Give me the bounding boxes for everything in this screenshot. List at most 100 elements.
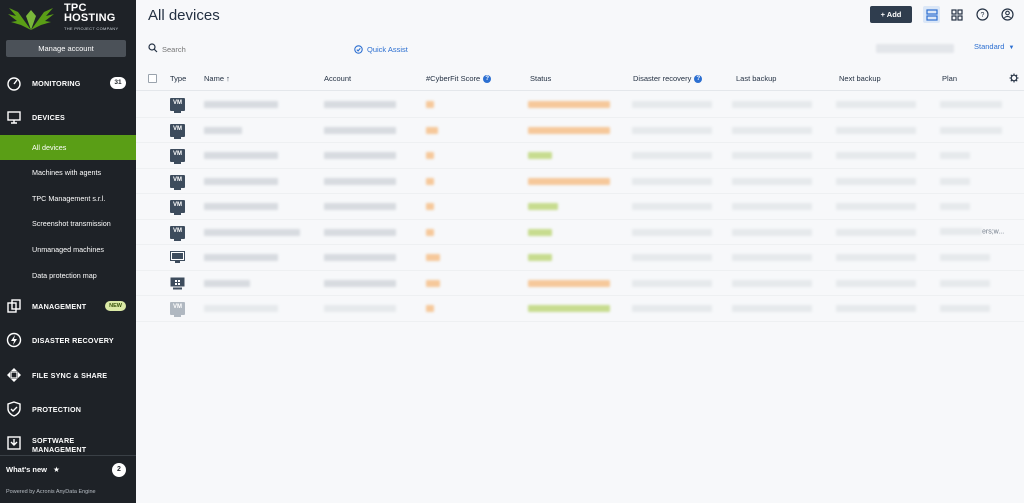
redacted-cell <box>528 203 558 210</box>
table-row[interactable]: VM ers;w... <box>136 220 1024 245</box>
sidebar-item-screenshot-transmission[interactable]: Screenshot transmission <box>0 211 136 236</box>
column-next-backup[interactable]: Next backup <box>839 74 881 83</box>
windows-machine-icon <box>170 277 185 289</box>
wings-logo-icon <box>8 8 54 30</box>
help-icon[interactable]: ? <box>483 74 492 83</box>
redacted-cell <box>836 254 916 261</box>
logo-tagline: THE PROJECT COMPANY <box>64 26 119 31</box>
quick-assist-icon <box>354 44 363 54</box>
select-all-checkbox[interactable] <box>148 74 157 83</box>
main-content: All devices + Add ? Quick Assist Standar… <box>136 0 1024 503</box>
redacted-cell <box>632 177 712 185</box>
redacted-cell <box>204 152 278 159</box>
table-row[interactable] <box>136 245 1024 271</box>
redacted-cell <box>940 254 990 261</box>
redacted-cell <box>940 177 970 185</box>
nav-label: DISASTER RECOVERY <box>32 335 114 345</box>
install-icon <box>7 436 21 450</box>
table-header: Type Name ↑ Account #CyberFit Score? Sta… <box>136 66 1024 91</box>
sidebar-item-machines-with-agents[interactable]: Machines with agents <box>0 160 136 185</box>
redacted-cell <box>836 126 916 134</box>
nav-disaster-recovery[interactable]: DISASTER RECOVERY <box>0 327 136 353</box>
redacted-cell <box>836 203 916 210</box>
redacted-cell <box>528 305 610 312</box>
monitoring-count-badge: 31 <box>110 77 126 89</box>
sidebar-item-all-devices[interactable]: All devices <box>0 135 136 160</box>
vm-icon: VM <box>170 149 185 164</box>
nav-monitoring[interactable]: MONITORING 31 <box>0 70 136 96</box>
vm-icon: VM <box>170 123 185 139</box>
table-row[interactable]: VM <box>136 92 1024 118</box>
redacted-cell <box>632 228 712 236</box>
nav-management[interactable]: MANAGEMENT NEW <box>0 293 136 319</box>
redacted-cell <box>836 101 916 108</box>
column-disaster-recovery[interactable]: Disaster recovery? <box>633 74 703 83</box>
quick-assist-link[interactable]: Quick Assist <box>354 42 408 56</box>
search-input[interactable] <box>162 42 342 56</box>
redacted-cell <box>528 228 552 236</box>
column-type[interactable]: Type <box>170 74 186 83</box>
table-row[interactable]: VM <box>136 194 1024 220</box>
manage-account-button[interactable]: Manage account <box>6 40 126 57</box>
chevron-down-icon: ▼ <box>1008 45 1015 51</box>
table-row[interactable] <box>136 271 1024 296</box>
powered-by: Powered by Acronis AnyData Engine <box>6 489 96 495</box>
sidebar-item-unmanaged-machines[interactable]: Unmanaged machines <box>0 237 136 262</box>
logo[interactable]: TPC HOSTING THE PROJECT COMPANY <box>0 0 136 36</box>
list-view-button[interactable] <box>923 6 940 23</box>
column-account[interactable]: Account <box>324 74 351 83</box>
help-button[interactable]: ? <box>974 6 991 23</box>
redacted-cell <box>940 279 990 287</box>
nav-label: FILE SYNC & SHARE <box>32 370 108 380</box>
grid-view-icon <box>950 8 963 21</box>
grid-view-button[interactable] <box>948 6 965 23</box>
column-status[interactable]: Status <box>530 74 551 83</box>
sidebar-item-data-protection-map[interactable]: Data protection map <box>0 263 136 288</box>
divider <box>0 455 136 456</box>
table-row[interactable]: VM <box>136 143 1024 169</box>
redacted-cell <box>836 152 916 159</box>
nav-protection[interactable]: PROTECTION <box>0 396 136 422</box>
add-button[interactable]: + Add <box>870 6 912 23</box>
column-last-backup[interactable]: Last backup <box>736 74 776 83</box>
redacted-cell <box>204 126 242 134</box>
redacted-cell <box>632 305 712 312</box>
help-icon[interactable]: ? <box>694 74 703 83</box>
sidebar-item-tpc-management[interactable]: TPC Management s.r.l. <box>0 186 136 211</box>
redacted-cell <box>426 203 434 210</box>
vm-icon: VM <box>170 174 185 190</box>
redacted-cell <box>204 279 250 287</box>
speedometer-icon <box>7 77 21 91</box>
redacted-cell <box>426 305 434 312</box>
redacted-cell <box>426 228 434 236</box>
nav-file-sync-share[interactable]: FILE SYNC & SHARE <box>0 362 136 388</box>
nav-devices[interactable]: DEVICES <box>0 104 136 130</box>
column-name[interactable]: Name ↑ <box>204 74 230 83</box>
account-button[interactable] <box>999 6 1016 23</box>
nav-software-management[interactable]: SOFTWARE MANAGEMENT <box>0 432 136 454</box>
redacted-cell <box>528 254 552 261</box>
redacted-cell <box>204 203 278 210</box>
redacted-cell <box>324 177 396 185</box>
whats-new-link[interactable]: What's new ★ <box>6 465 60 474</box>
redacted-cell <box>632 279 712 287</box>
redacted-cell <box>732 152 812 159</box>
shield-icon <box>7 401 21 417</box>
vm-icon: VM <box>170 200 185 215</box>
column-plan[interactable]: Plan <box>942 74 957 83</box>
vm-icon: VM <box>170 225 185 241</box>
gear-icon[interactable] <box>1009 73 1019 83</box>
new-badge: NEW <box>105 301 126 311</box>
column-cyberfit-score[interactable]: #CyberFit Score? <box>426 74 492 83</box>
redacted-cell <box>632 203 712 210</box>
redacted-cell <box>204 305 278 312</box>
plan-text-value: ers;w... <box>982 227 1005 235</box>
table-row[interactable]: VM <box>136 296 1024 322</box>
view-mode-dropdown[interactable]: Standard ▼ <box>974 42 1015 51</box>
nav-label: DEVICES <box>32 112 65 122</box>
table-row[interactable]: VM <box>136 169 1024 194</box>
redacted-cell <box>426 101 434 108</box>
table-row[interactable]: VM <box>136 118 1024 143</box>
redacted-cell <box>732 203 812 210</box>
redacted-cell <box>836 228 916 236</box>
